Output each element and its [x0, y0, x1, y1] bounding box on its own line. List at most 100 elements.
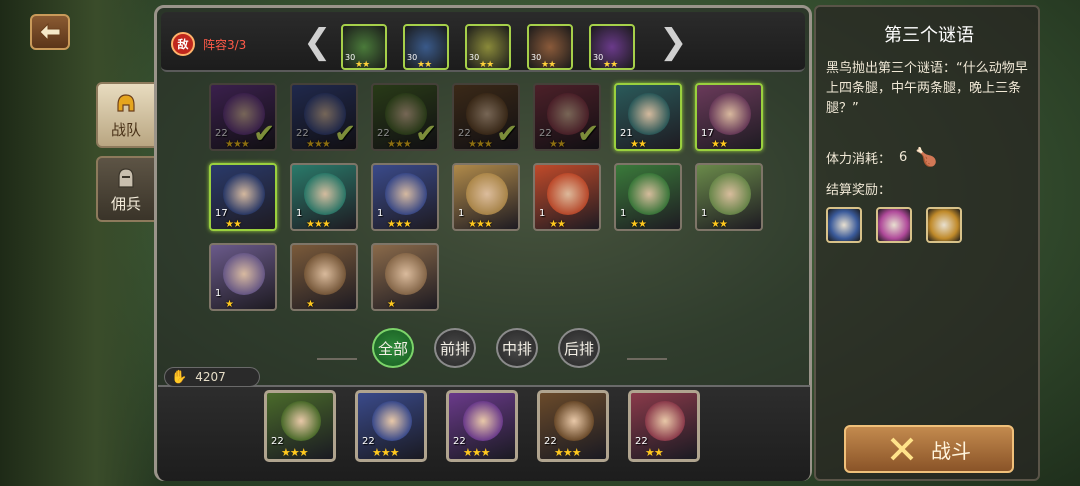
hero-portrait [709, 173, 751, 215]
hero-stars: ★★★ [306, 139, 331, 150]
hero-stars: ★★★ [387, 139, 412, 150]
team-hero-stars: ★★★ [281, 446, 309, 459]
hero-card[interactable]: 22 ★★★ ✔ [209, 83, 277, 151]
enemy-hero-level: 30 [469, 53, 480, 62]
next-lineup-arrow[interactable]: ❯ [659, 25, 688, 59]
hero-stars: ★ [225, 299, 234, 310]
enemy-hero-stars: ★★ [479, 60, 494, 70]
hero-card[interactable]: 1 ★ [209, 243, 277, 311]
team-slot[interactable]: 22 ★★★ [355, 390, 427, 462]
fight-label: 战斗 [931, 438, 971, 463]
enemy-hero-slot[interactable]: 30 ★★ [403, 24, 449, 70]
hero-card[interactable]: 22 ★★★ ✔ [371, 83, 439, 151]
team-power: ✋ 4207 [164, 367, 260, 387]
tab-mercenary-label: 佣兵 [110, 194, 141, 213]
team-slot[interactable]: 22 ★★ [628, 390, 700, 462]
stamina-label: 体力消耗： [826, 152, 892, 167]
hero-portrait [547, 173, 589, 215]
hero-card[interactable]: 1 ★★ [533, 163, 601, 231]
hero-level: 21 [620, 128, 633, 139]
hammer-icon[interactable] [826, 207, 862, 243]
hero-portrait [628, 173, 670, 215]
filter-button[interactable]: 后排 [558, 328, 600, 368]
tab-team[interactable]: 战队 [96, 82, 156, 148]
enemy-hero-slot[interactable]: 30 ★★ [589, 24, 635, 70]
background-forest [0, 0, 160, 486]
scroll-icon[interactable] [876, 207, 912, 243]
team-hero-portrait [463, 401, 503, 441]
riddle-title: 第三个谜语 [884, 25, 974, 46]
hero-portrait [466, 173, 508, 215]
hero-level: 1 [458, 208, 465, 219]
team-hero-stars: ★★★ [554, 446, 582, 459]
knight-helmet-icon [118, 167, 134, 188]
fight-button[interactable]: 战斗 [844, 425, 1014, 473]
prev-lineup-arrow[interactable]: ❮ [303, 25, 332, 59]
hero-stars: ★★ [549, 219, 566, 230]
hero-level: 22 [377, 128, 390, 139]
hero-card[interactable]: 1 ★★ [614, 163, 682, 231]
hero-card[interactable]: ★ [371, 243, 439, 311]
hero-stars: ★ [306, 299, 315, 310]
enemy-hero-level: 30 [345, 53, 356, 62]
hero-card[interactable]: ★ [290, 243, 358, 311]
hero-card[interactable]: 1 ★★★ [452, 163, 520, 231]
selected-check-icon: ✔ [415, 119, 437, 149]
hero-card[interactable]: 22 ★★★ ✔ [452, 83, 520, 151]
divider-right [627, 358, 667, 360]
hero-stars: ★★ [711, 139, 728, 150]
enemy-hero-stars: ★★ [603, 60, 618, 70]
team-hero-stars: ★★★ [463, 446, 491, 459]
tab-mercenary[interactable]: 佣兵 [96, 156, 156, 222]
enemy-badge: 敌 [171, 32, 195, 56]
hero-level: 1 [377, 208, 384, 219]
crossed-swords-icon [890, 437, 914, 461]
hero-portrait [223, 253, 265, 295]
hero-card[interactable]: 1 ★★ [695, 163, 763, 231]
riddle-text: 黑鸟抛出第三个谜语：“什么动物早上四条腿，中午两条腿，晚上三条腿？” [826, 61, 1028, 116]
enemy-hero-slot[interactable]: 30 ★★ [341, 24, 387, 70]
enemy-lineup-bar: 敌 阵容3/3 ❮ ❯ 30 ★★ 30 ★★ 30 ★★ 30 ★★ 30 ★★ [161, 12, 805, 72]
filter-button[interactable]: 前排 [434, 328, 476, 368]
team-slot[interactable]: 22 ★★★ [537, 390, 609, 462]
paw-icon: ✋ [171, 369, 188, 385]
selected-check-icon: ✔ [577, 119, 599, 149]
hero-card[interactable]: 17 ★★ [695, 83, 763, 151]
team-hero-stars: ★★ [645, 446, 664, 459]
hero-stars: ★★★ [306, 219, 331, 230]
filter-button[interactable]: 中排 [496, 328, 538, 368]
selected-check-icon: ✔ [334, 119, 356, 149]
hero-stars: ★★★ [225, 139, 250, 150]
hero-level: 1 [701, 208, 708, 219]
hero-card[interactable]: 1 ★★★ [371, 163, 439, 231]
hero-stars: ★★★ [468, 139, 493, 150]
hero-card[interactable]: 22 ★★★ ✔ [290, 83, 358, 151]
hero-stars: ★★★ [468, 219, 493, 230]
back-button[interactable] [30, 14, 70, 50]
stamina-value: 6 [899, 150, 908, 165]
hero-level: 1 [539, 208, 546, 219]
hero-level: 17 [701, 128, 714, 139]
hero-card[interactable]: 1 ★★★ [290, 163, 358, 231]
team-hero-portrait [554, 401, 594, 441]
hero-card[interactable]: 17 ★★ [209, 163, 277, 231]
divider-left [317, 358, 357, 360]
enemy-hero-stars: ★★ [541, 60, 556, 70]
hero-card[interactable]: 21 ★★ [614, 83, 682, 151]
team-slot[interactable]: 22 ★★★ [446, 390, 518, 462]
hero-portrait [628, 93, 670, 135]
team-hero-stars: ★★★ [372, 446, 400, 459]
enemy-hero-slot[interactable]: 30 ★★ [527, 24, 573, 70]
filter-button[interactable]: 全部 [372, 328, 414, 368]
hero-portrait [709, 93, 751, 135]
hero-stars: ★★ [630, 219, 647, 230]
team-slot[interactable]: 22 ★★★ [264, 390, 336, 462]
enemy-hero-stars: ★★ [355, 60, 370, 70]
hero-portrait [304, 173, 346, 215]
hero-level: 22 [539, 128, 552, 139]
enemy-hero-slot[interactable]: 30 ★★ [465, 24, 511, 70]
hero-card[interactable]: 22 ★★ ✔ [533, 83, 601, 151]
enemy-hero-level: 30 [531, 53, 542, 62]
riddle-panel: 第三个谜语 黑鸟抛出第三个谜语：“什么动物早上四条腿，中午两条腿，晚上三条腿？”… [814, 5, 1040, 481]
axe-icon[interactable] [926, 207, 962, 243]
